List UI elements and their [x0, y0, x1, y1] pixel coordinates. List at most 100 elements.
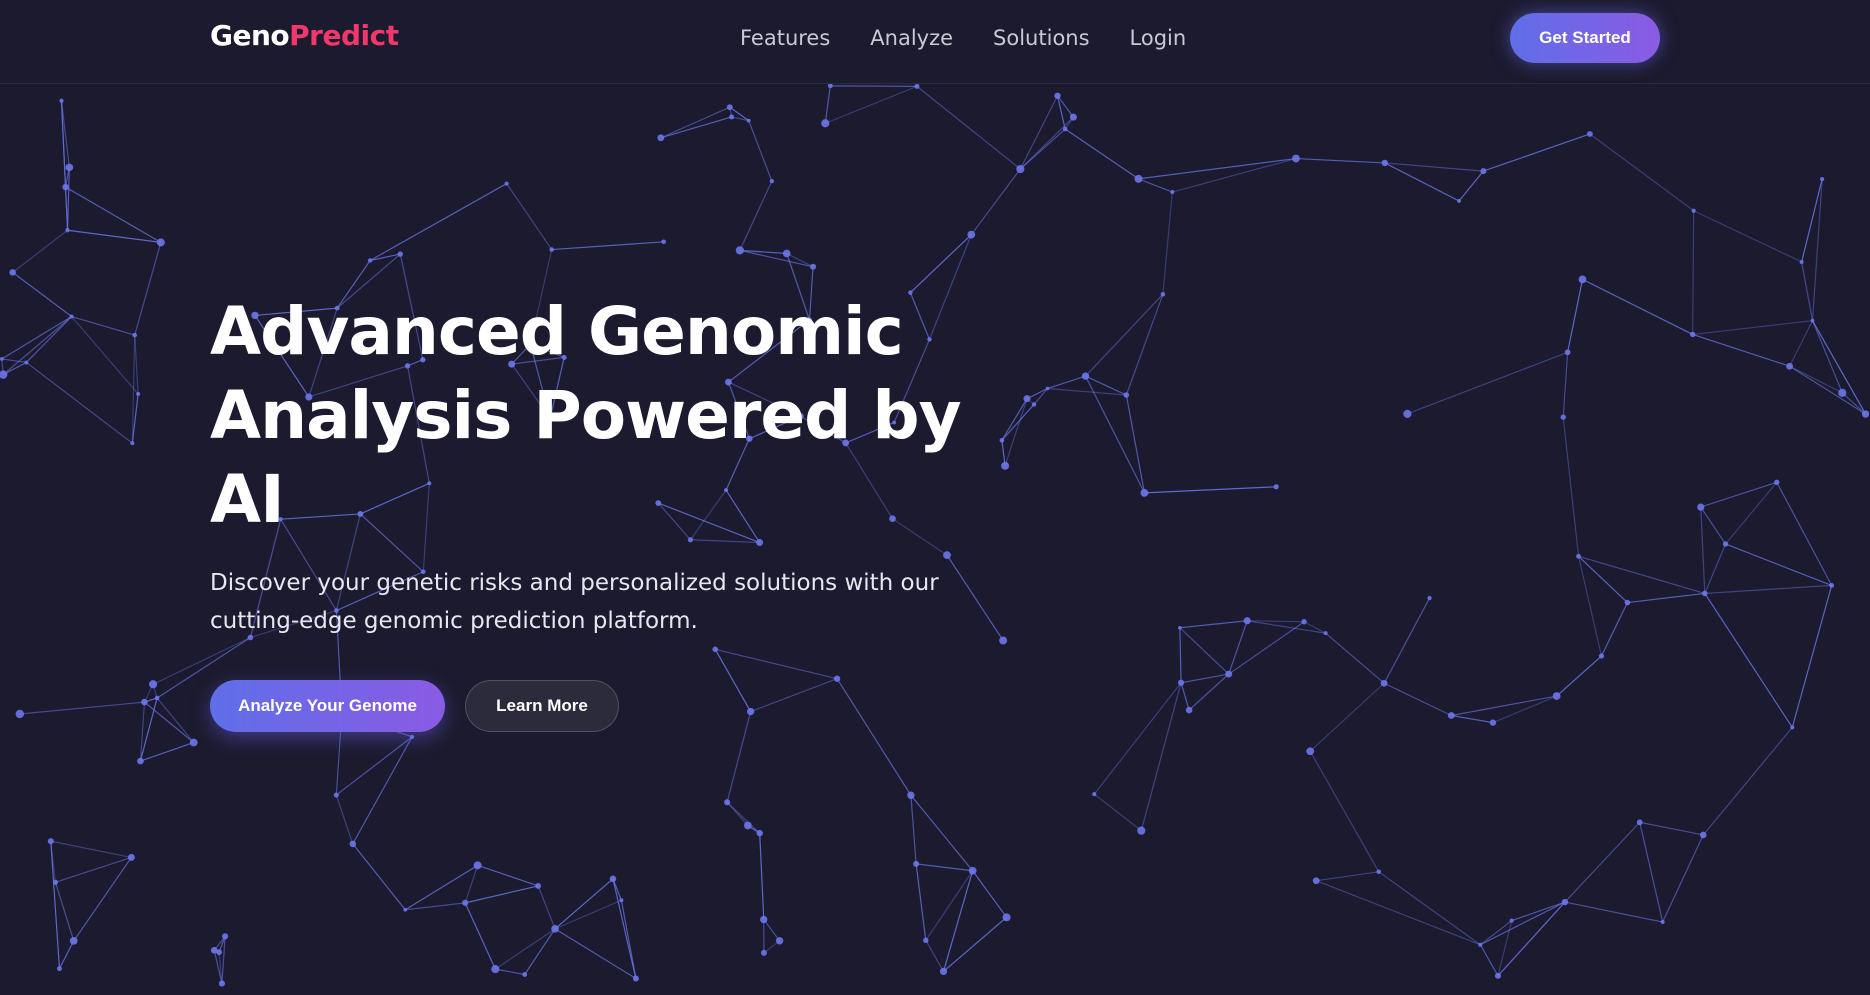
- brand-logo[interactable]: GenoPredict: [210, 18, 399, 54]
- hero-title-line-3: AI: [210, 461, 285, 538]
- network-node: [148, 680, 158, 689]
- network-node: [1774, 479, 1780, 485]
- network-node: [47, 838, 54, 845]
- top-navbar: GenoPredict Features Analyze Solutions L…: [0, 0, 1870, 84]
- network-link: [739, 180, 773, 251]
- network-link: [1228, 620, 1248, 675]
- network-link: [1704, 584, 1832, 595]
- get-started-button[interactable]: Get Started: [1510, 13, 1660, 63]
- network-node: [130, 441, 135, 446]
- network-link: [759, 833, 765, 920]
- network-node: [1790, 725, 1795, 730]
- network-link: [824, 85, 831, 124]
- network-node: [1123, 392, 1130, 398]
- network-node: [760, 949, 767, 956]
- network-node: [1031, 402, 1037, 407]
- network-link: [65, 186, 162, 243]
- nav-link-features[interactable]: Features: [740, 24, 830, 52]
- network-node: [156, 238, 165, 247]
- network-link: [1700, 506, 1726, 545]
- network-link: [612, 878, 637, 979]
- network-link: [1179, 627, 1230, 675]
- network-link: [1316, 871, 1379, 882]
- network-link: [925, 939, 945, 972]
- network-link: [369, 183, 507, 262]
- network-link: [73, 857, 132, 942]
- network-node: [535, 883, 542, 889]
- network-node: [619, 898, 624, 903]
- network-link: [1791, 585, 1833, 728]
- network-link: [144, 701, 195, 743]
- network-node: [1376, 869, 1382, 875]
- network-link: [1562, 352, 1569, 418]
- network-link: [1639, 822, 1664, 923]
- network-link: [1589, 133, 1695, 212]
- network-node: [1560, 414, 1566, 420]
- network-node: [1838, 388, 1847, 397]
- network-link: [1309, 750, 1380, 873]
- network-link: [1378, 871, 1481, 946]
- network-link: [1789, 320, 1814, 367]
- hero-buttons: Analyze Your Genome Learn More: [210, 680, 1010, 732]
- network-node: [65, 163, 74, 172]
- network-link: [1600, 602, 1628, 657]
- network-link: [1567, 279, 1584, 353]
- learn-more-button[interactable]: Learn More: [465, 680, 619, 732]
- network-node: [1457, 199, 1461, 203]
- network-link: [554, 928, 637, 980]
- network-node: [15, 709, 24, 719]
- network-node: [349, 840, 357, 848]
- network-link: [660, 106, 731, 139]
- network-link: [916, 863, 973, 872]
- nav-link-solutions[interactable]: Solutions: [993, 24, 1090, 52]
- network-node: [522, 972, 528, 977]
- network-node: [397, 251, 403, 257]
- network-node: [0, 357, 4, 361]
- network-link: [477, 864, 539, 887]
- network-node: [1576, 553, 1581, 559]
- network-link: [352, 843, 406, 911]
- network-link: [1140, 682, 1182, 831]
- network-node: [1578, 275, 1587, 284]
- network-link: [1776, 481, 1833, 586]
- network-link: [1458, 170, 1484, 202]
- network-link: [54, 882, 75, 942]
- network-node: [132, 332, 138, 338]
- network-node: [222, 933, 229, 940]
- network-node: [923, 937, 929, 943]
- network-link: [1479, 944, 1499, 977]
- network-node: [1495, 972, 1502, 979]
- network-node: [551, 925, 559, 933]
- network-link: [909, 234, 972, 294]
- network-link: [943, 916, 1008, 972]
- network-link: [12, 229, 68, 273]
- network-node: [735, 246, 744, 255]
- network-node: [1564, 349, 1571, 356]
- network-node: [218, 980, 226, 987]
- analyze-genome-button[interactable]: Analyze Your Genome: [210, 680, 445, 732]
- network-link: [1704, 543, 1727, 594]
- network-link: [910, 794, 974, 872]
- network-link: [50, 840, 132, 859]
- network-node: [1225, 670, 1233, 678]
- network-node: [1480, 168, 1487, 175]
- nav-link-analyze[interactable]: Analyze: [870, 24, 953, 52]
- network-link: [1093, 682, 1182, 795]
- network-node: [1045, 386, 1050, 391]
- network-link: [537, 885, 556, 930]
- network-link: [830, 85, 917, 87]
- network-link: [1789, 365, 1866, 415]
- network-node: [59, 98, 64, 103]
- network-link: [1582, 278, 1693, 336]
- network-link: [1085, 293, 1164, 377]
- network-link: [1316, 880, 1481, 946]
- network-link: [1789, 365, 1843, 394]
- network-node: [1699, 831, 1707, 839]
- network-node: [62, 183, 69, 191]
- nav-link-login[interactable]: Login: [1130, 24, 1187, 52]
- network-node: [1587, 131, 1593, 137]
- network-node: [1023, 395, 1031, 403]
- network-link: [25, 361, 133, 444]
- network-node: [1178, 625, 1182, 630]
- network-link: [910, 795, 917, 864]
